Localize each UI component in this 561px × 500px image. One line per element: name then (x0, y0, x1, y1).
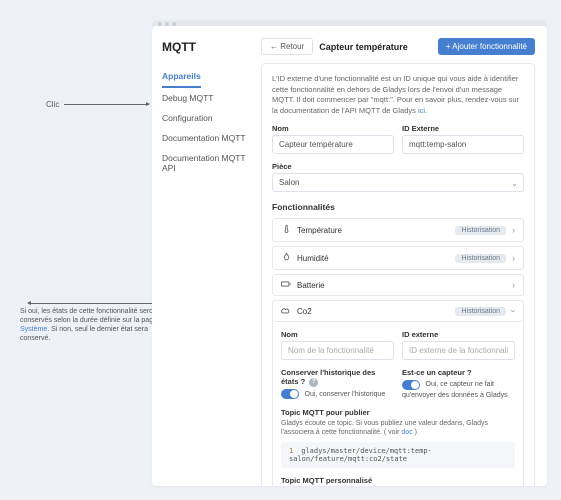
back-button[interactable]: ← Retour (261, 38, 313, 55)
feature-name-input[interactable] (281, 341, 394, 360)
feature-external-id-input[interactable] (402, 341, 515, 360)
topic-code-block: 1gladys/master/device/mqtt:temp-salon/fe… (281, 442, 515, 468)
feature-name-label: Nom (281, 330, 394, 339)
thermometer-icon (281, 224, 291, 236)
feature-name: Humidité (297, 254, 449, 263)
device-external-id-input[interactable] (402, 135, 524, 154)
is-sensor-label: Est-ce un capteur ? (402, 368, 515, 377)
feature-row-humidity[interactable]: Humidité Historisation › (272, 246, 524, 270)
features-heading: Fonctionnalités (272, 202, 524, 212)
annotation-system-link[interactable]: Système (20, 326, 47, 333)
chevron-right-icon: › (512, 253, 515, 263)
topic-doc-link[interactable]: doc (401, 429, 412, 436)
history-badge: Historisation (455, 307, 506, 316)
feature-name: Co2 (297, 307, 449, 316)
history-badge: Historisation (455, 226, 506, 235)
chevron-down-icon: ⌄ (511, 179, 518, 188)
feature-external-id-label: ID externe (402, 330, 515, 339)
feature-name: Température (297, 226, 449, 235)
topbar: ← Retour Capteur température + Ajouter f… (261, 38, 535, 55)
room-select[interactable] (272, 173, 524, 192)
name-label: Nom (272, 124, 394, 133)
sidebar-title: MQTT (162, 40, 247, 54)
doc-link[interactable]: ici (418, 106, 425, 115)
chevron-right-icon: › (512, 280, 515, 290)
room-label: Pièce (272, 162, 524, 171)
feature-row-battery[interactable]: Batterie › (272, 274, 524, 296)
keep-history-toggle-label: Oui, conserver l'historique (305, 391, 386, 398)
add-feature-button[interactable]: + Ajouter fonctionnalité (438, 38, 535, 55)
sidebar-item-doc-mqtt-api[interactable]: Documentation MQTT API (162, 148, 247, 178)
sidebar-item-configuration[interactable]: Configuration (162, 108, 247, 128)
droplet-icon (281, 252, 291, 264)
keep-history-label: Conserver l'historique des états ? ? (281, 368, 394, 387)
annotation-clic-label: Clic (46, 100, 59, 109)
annotation-tooltip-text: Si oui, les états de cette fonctionnalit… (20, 307, 170, 343)
history-badge: Historisation (455, 254, 506, 263)
code-line-number: 1 (289, 447, 293, 455)
sidebar-item-doc-mqtt[interactable]: Documentation MQTT (162, 128, 247, 148)
topic-code-text: gladys/master/device/mqtt:temp-salon/fea… (289, 447, 432, 463)
feature-row-co2[interactable]: Co2 Historisation › (273, 301, 523, 322)
sidebar-item-appareils[interactable]: Appareils (162, 66, 201, 88)
feature-name: Batterie (297, 281, 506, 290)
cloud-icon (281, 306, 291, 316)
chevron-down-icon: › (509, 310, 519, 313)
is-sensor-toggle[interactable] (402, 380, 420, 390)
keep-history-toggle[interactable] (281, 389, 299, 399)
annotation-clic-arrow (64, 104, 149, 105)
feature-panel-co2: Nom ID externe Conserver l'h (273, 322, 523, 486)
chevron-right-icon: › (512, 225, 515, 235)
help-icon[interactable]: ? (309, 378, 318, 387)
page-title: Capteur température (319, 42, 432, 52)
battery-icon (281, 280, 291, 290)
app-window: MQTT Appareils Debug MQTT Configuration … (152, 26, 547, 486)
custom-topic-heading: Topic MQTT personnalisé (281, 476, 515, 485)
feature-box-co2: Co2 Historisation › Nom ID externe (272, 300, 524, 486)
external-id-description: L'ID externe d'une fonctionnalité est un… (272, 74, 524, 116)
device-name-input[interactable] (272, 135, 394, 154)
topic-publish-desc: Gladys écoute ce topic. Si vous publiez … (281, 419, 515, 439)
sidebar-item-debug[interactable]: Debug MQTT (162, 88, 247, 108)
main-panel: ← Retour Capteur température + Ajouter f… (257, 26, 547, 486)
device-card: L'ID externe d'une fonctionnalité est un… (261, 63, 535, 486)
topic-publish-heading: Topic MQTT pour publier (281, 408, 515, 417)
sidebar: MQTT Appareils Debug MQTT Configuration … (152, 26, 257, 486)
feature-row-temperature[interactable]: Température Historisation › (272, 218, 524, 242)
external-id-label: ID Externe (402, 124, 524, 133)
